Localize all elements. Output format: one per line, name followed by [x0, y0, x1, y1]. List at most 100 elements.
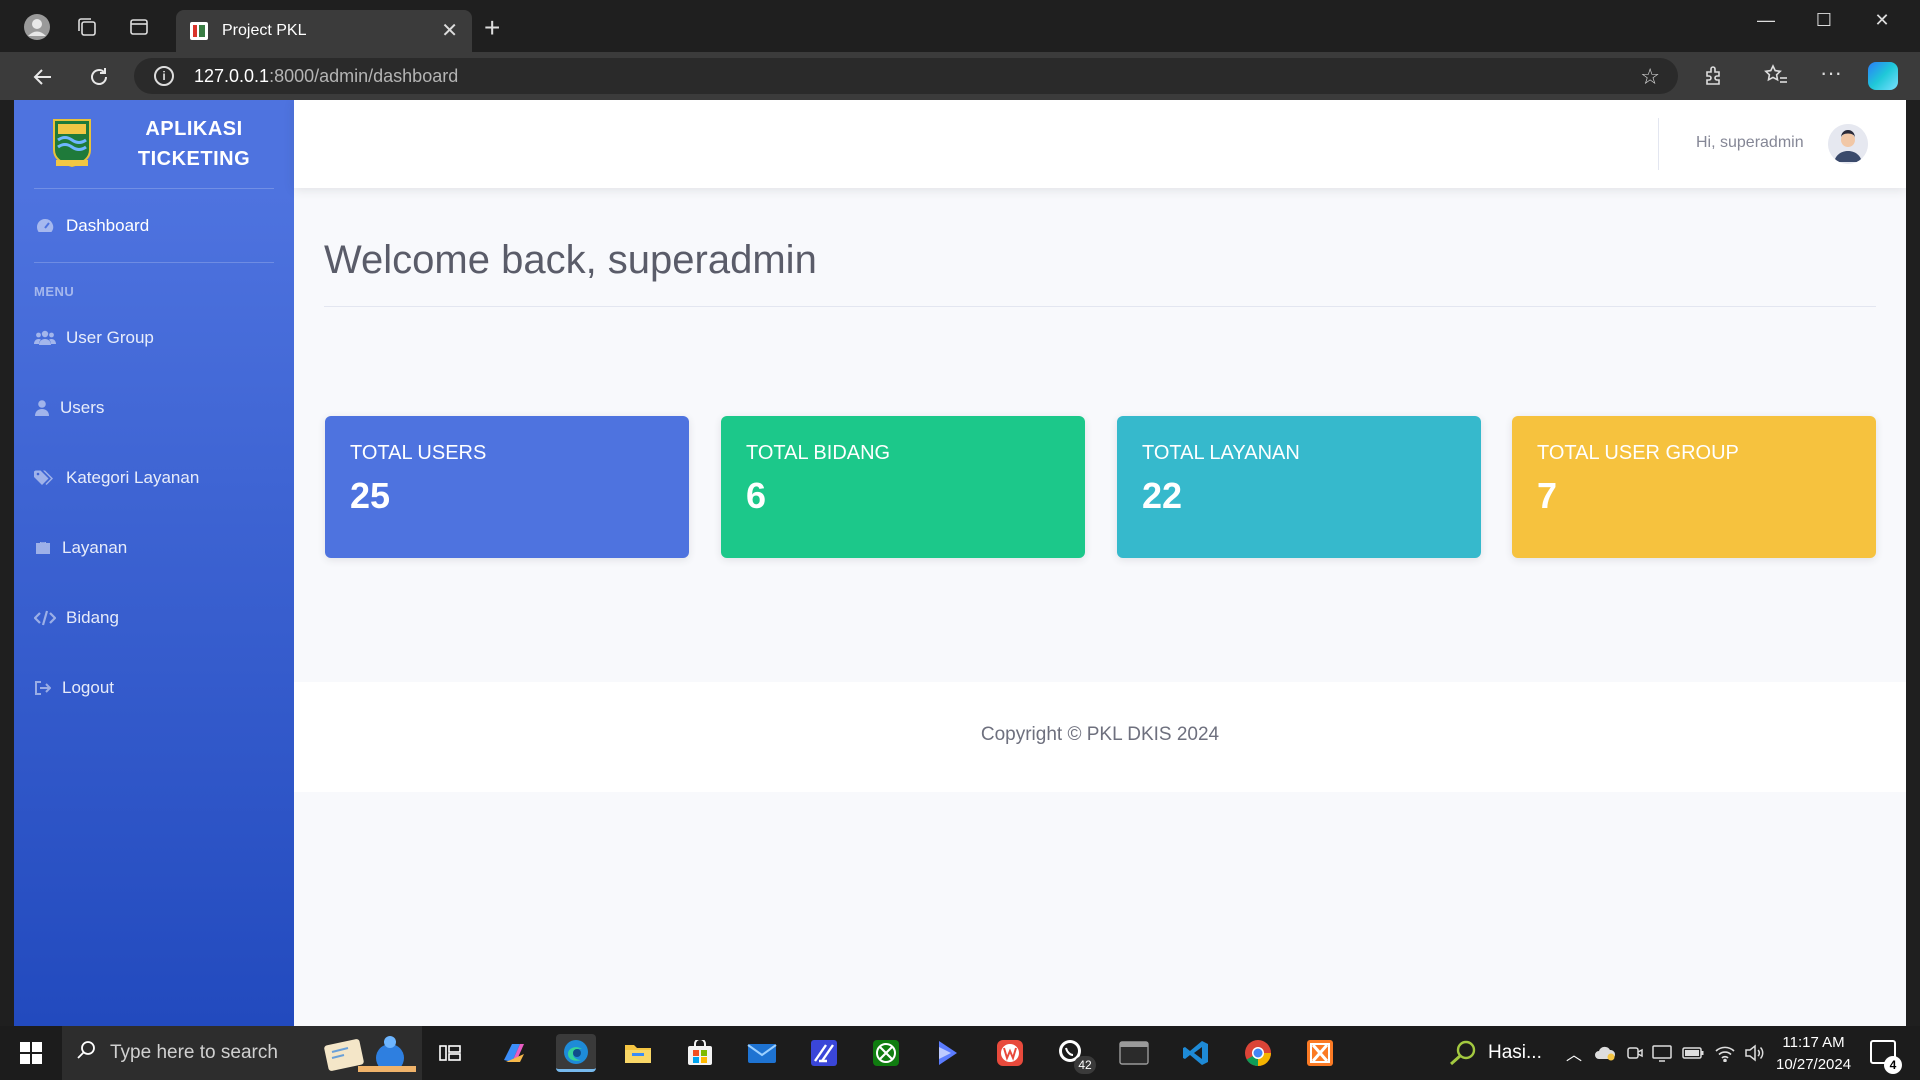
sidebar-item-logout[interactable]: Logout [34, 673, 284, 703]
tray-app-label: Hasi... [1488, 1042, 1542, 1063]
user-greeting[interactable]: Hi, superadmin [1696, 134, 1804, 152]
card-label: TOTAL USERS [350, 442, 487, 464]
sidebar-item-label: Dashboard [66, 216, 150, 235]
show-hidden-icons-icon[interactable]: ︿ [1566, 1026, 1582, 1080]
whatsapp-badge: 42 [1074, 1056, 1096, 1074]
search-placeholder: Type here to search [110, 1042, 278, 1063]
taskbar-search[interactable]: Type here to search [62, 1026, 422, 1080]
users-icon [34, 330, 56, 346]
sidebar-brand[interactable]: APLIKASI TICKETING [14, 100, 294, 188]
taskbar: Type here to search 42 Hasi... ︿ 11:17 A… [0, 1026, 1920, 1080]
sidebar-divider [34, 188, 274, 189]
new-tab-icon[interactable]: + [484, 14, 500, 42]
close-window-icon[interactable]: ✕ [1862, 10, 1902, 31]
vscode-icon[interactable] [1176, 1034, 1216, 1072]
terminal-icon[interactable] [1114, 1034, 1154, 1072]
code-icon [34, 610, 56, 626]
app-icon[interactable] [928, 1034, 968, 1072]
close-tab-icon[interactable]: ✕ [441, 21, 458, 41]
browser-toolbar: i 127.0.0.1:8000/admin/dashboard ☆ ··· [0, 52, 1920, 100]
avatar[interactable] [1828, 124, 1868, 164]
card-label: TOTAL BIDANG [746, 442, 891, 464]
brand-line1: APLIKASI [145, 118, 243, 140]
card-total-users: TOTAL USERS 25 [325, 416, 689, 558]
briefcase-icon [34, 541, 52, 555]
tab-title: Project PKL [222, 22, 307, 39]
clock-date: 10/27/2024 [1776, 1056, 1852, 1073]
url-host: 127.0.0.1 [194, 65, 270, 86]
tab-actions-icon[interactable] [124, 12, 154, 42]
card-label: TOTAL USER GROUP [1537, 442, 1739, 464]
site-info-icon[interactable]: i [154, 66, 174, 86]
sidebar-item-bidang[interactable]: Bidang [34, 603, 284, 633]
tachometer-icon [34, 218, 56, 234]
profile-icon[interactable] [22, 12, 52, 42]
sidebar-item-label: Logout [62, 678, 114, 697]
sidebar-item-user-group[interactable]: User Group [34, 323, 284, 353]
favorites-icon[interactable] [1760, 64, 1792, 92]
tags-icon [34, 470, 56, 486]
search-highlight-icon [324, 1036, 416, 1072]
windows-start-icon[interactable] [20, 1042, 42, 1064]
collections-icon[interactable] [72, 12, 102, 42]
address-bar[interactable]: i 127.0.0.1:8000/admin/dashboard ☆ [134, 58, 1678, 94]
minimize-icon[interactable]: — [1746, 10, 1786, 31]
tab-project-pkl[interactable]: Project PKL ✕ [176, 10, 472, 52]
tray-app[interactable]: Hasi... [1448, 1026, 1542, 1080]
sidebar-item-label: User Group [66, 328, 154, 347]
wifi-icon[interactable] [1714, 1026, 1736, 1080]
file-explorer-icon[interactable] [618, 1034, 658, 1072]
topbar: Hi, superadmin [294, 100, 1906, 188]
extensions-icon[interactable] [1698, 64, 1730, 92]
page-viewport: APLIKASI TICKETING Dashboard MENU User G… [14, 100, 1906, 1026]
refresh-icon[interactable] [82, 60, 116, 94]
card-total-user-group: TOTAL USER GROUP 7 [1512, 416, 1876, 558]
task-view-icon[interactable] [430, 1034, 470, 1072]
back-icon[interactable] [26, 60, 60, 94]
sidebar-heading-menu: MENU [34, 284, 75, 299]
card-label: TOTAL LAYANAN [1142, 442, 1300, 464]
notifications-badge: 4 [1884, 1056, 1902, 1074]
card-value: 22 [1142, 475, 1183, 516]
brand-title: APLIKASI TICKETING [124, 114, 264, 174]
sidebar-item-label: Kategori Layanan [66, 468, 200, 487]
favicon-icon [190, 22, 208, 40]
meet-now-icon[interactable] [1626, 1026, 1644, 1080]
display-icon[interactable] [1652, 1026, 1672, 1080]
app-icon[interactable] [804, 1034, 844, 1072]
sidebar: APLIKASI TICKETING Dashboard MENU User G… [14, 100, 294, 1026]
favorite-star-icon[interactable]: ☆ [1640, 64, 1660, 90]
onedrive-icon[interactable] [1594, 1026, 1616, 1080]
edge-app-icon[interactable] [556, 1034, 596, 1072]
chrome-icon[interactable] [1238, 1034, 1278, 1072]
copilot-app-icon[interactable] [494, 1034, 534, 1072]
copyright-text: Copyright © PKL DKIS 2024 [980, 724, 1220, 745]
sidebar-divider [34, 262, 274, 263]
logo-icon [53, 119, 91, 168]
microsoft-store-icon[interactable] [680, 1034, 720, 1072]
footer: Copyright © PKL DKIS 2024 [294, 682, 1906, 792]
card-total-bidang: TOTAL BIDANG 6 [721, 416, 1085, 558]
sidebar-item-label: Bidang [66, 608, 119, 627]
page-title: Welcome back, superadmin [324, 238, 817, 282]
mail-icon[interactable] [742, 1034, 782, 1072]
search-icon [76, 1040, 96, 1066]
sidebar-item-users[interactable]: Users [34, 393, 284, 423]
card-value: 7 [1537, 475, 1558, 516]
copilot-icon[interactable] [1868, 62, 1898, 90]
wps-office-icon[interactable] [990, 1034, 1030, 1072]
more-options-icon[interactable]: ··· [1815, 60, 1847, 86]
sidebar-item-layanan[interactable]: Layanan [34, 533, 284, 563]
volume-icon[interactable] [1744, 1026, 1764, 1080]
xbox-icon[interactable] [866, 1034, 906, 1072]
xampp-icon[interactable] [1300, 1034, 1340, 1072]
browser-titlebar: Project PKL ✕ + — ☐ ✕ [0, 0, 1920, 52]
card-total-layanan: TOTAL LAYANAN 22 [1117, 416, 1481, 558]
maximize-icon[interactable]: ☐ [1804, 10, 1844, 31]
sidebar-item-label: Layanan [62, 538, 128, 557]
system-clock[interactable]: 11:17 AM 10/27/2024 [1776, 1032, 1851, 1076]
sidebar-item-dashboard[interactable]: Dashboard [34, 211, 284, 241]
topbar-divider [1658, 118, 1659, 170]
battery-icon[interactable] [1682, 1026, 1704, 1080]
sidebar-item-kategori-layanan[interactable]: Kategori Layanan [34, 463, 284, 493]
